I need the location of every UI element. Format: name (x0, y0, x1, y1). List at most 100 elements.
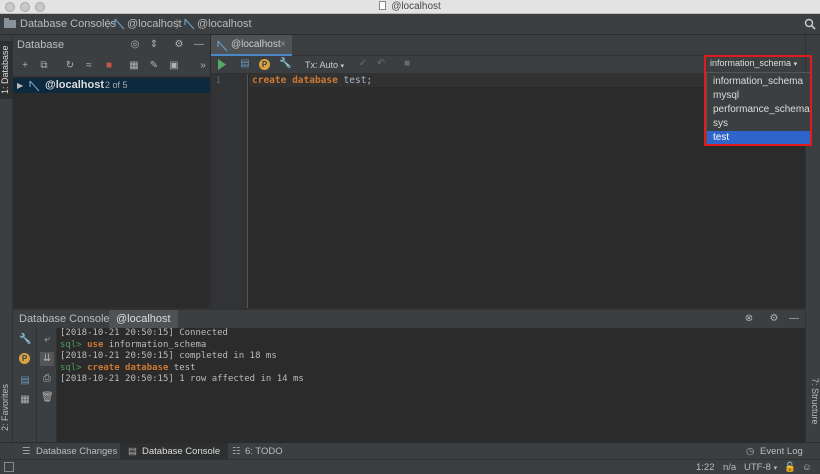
commit-icon[interactable]: ✓ (357, 58, 369, 70)
tree-node-localhost[interactable]: ▶ @localhost 2 of 5 (13, 78, 210, 93)
tool-tab-favorites[interactable]: 2: Favorites (0, 377, 13, 437)
collapse-icon[interactable]: ⇕ (148, 39, 160, 51)
chevron-down-icon: ▾ (793, 61, 798, 68)
status-bar: 1:22 n/a UTF-8 ▾ 🔓 ☺ (0, 459, 820, 474)
tab-database-changes[interactable]: ☰ Database Changes (22, 443, 117, 460)
expand-arrow-icon[interactable]: ▶ (17, 78, 23, 93)
breadcrumb-separator-icon (106, 19, 112, 29)
toggle-tool-windows-icon[interactable] (4, 462, 14, 472)
chevron-down-icon: ▾ (340, 63, 345, 70)
inspector-icon[interactable]: ☺ (802, 460, 812, 474)
folder-icon (4, 14, 16, 35)
line-separator[interactable]: n/a (723, 460, 736, 474)
minimize-panel-icon[interactable]: — (193, 39, 205, 51)
console-line: [2018-10-21 20:50:15] completed in 18 ms (60, 351, 277, 361)
refresh-icon[interactable]: ↻ (64, 60, 76, 72)
minimize-panel-icon[interactable]: — (788, 313, 800, 325)
console-header: Database Console: @localhost ⊗ ⚙ — (13, 310, 805, 328)
console-toolbar-left: 🔧 P ▤ ▦ (13, 328, 37, 442)
chevron-down-icon: ▾ (773, 465, 778, 472)
parameter-icon[interactable]: P (19, 353, 30, 364)
table-icon[interactable]: ▦ (128, 60, 140, 72)
breadcrumb-item-localhost-1[interactable]: @localhost (127, 14, 182, 35)
breadcrumb-separator-icon (175, 19, 181, 29)
soft-wrap-icon[interactable]: ⤶ (41, 334, 53, 346)
target-icon[interactable]: ◎ (129, 39, 141, 51)
rollback-icon[interactable]: ↶ (375, 58, 387, 70)
edit-icon[interactable]: ✎ (148, 60, 160, 72)
trash-icon[interactable]: 🗑 (41, 392, 54, 404)
window-titlebar: @localhost (0, 0, 820, 14)
settings-circle-icon[interactable]: ⊗ (743, 313, 755, 325)
copy-icon[interactable]: ⧉ (38, 60, 50, 72)
tab-todo[interactable]: ☷ 6: TODO (232, 443, 283, 460)
editor-tab-bar: @localhost × (211, 35, 805, 56)
tab-console-session[interactable]: @localhost (109, 310, 178, 328)
parameter-icon[interactable]: P (259, 59, 270, 70)
explain-plan-icon[interactable]: ▤ (19, 375, 31, 387)
tree-node-label: @localhost (45, 79, 105, 91)
cancel-query-icon[interactable]: ■ (401, 58, 413, 70)
schema-dropdown: information_schema mysql performance_sch… (706, 72, 812, 146)
left-tool-stripe: 1: Database 2: Favorites (0, 35, 13, 442)
breadcrumb-item-consoles[interactable]: Database Consoles (20, 14, 116, 35)
editor-tab-label: @localhost (231, 39, 281, 50)
scroll-to-end-icon[interactable]: ⇊ (40, 352, 54, 366)
schema-option-sys[interactable]: sys (707, 117, 811, 131)
bottom-tool-tabs: ☰ Database Changes ▤ Database Console ☷ 6: … (0, 442, 820, 460)
console-line: sql> create database test (60, 362, 196, 373)
gear-icon[interactable]: ⚙ (768, 313, 780, 325)
search-icon[interactable] (804, 18, 816, 30)
console-icon (184, 18, 195, 30)
wrench-icon[interactable]: 🔧 (19, 334, 31, 346)
database-toolbar: + ⧉ ↻ ≈ ■ ▦ ✎ ▣ » (13, 56, 210, 77)
wrench-icon[interactable]: 🔧 (279, 58, 291, 70)
console-toolbar-right: ⤶ ⇊ ⎙ 🗑 (37, 328, 57, 442)
print-icon[interactable]: ⎙ (41, 373, 53, 385)
more-icon[interactable]: » (197, 60, 209, 72)
sync-icon[interactable]: ≈ (83, 60, 95, 72)
todo-icon: ☷ (232, 446, 241, 457)
schema-option-information-schema[interactable]: information_schema (707, 75, 811, 89)
tool-tab-structure[interactable]: 7: Structure (807, 378, 820, 438)
add-icon[interactable]: + (19, 60, 31, 72)
console-title: Database Console: (19, 313, 113, 325)
console-output[interactable]: [2018-10-21 20:50:15] Connected sql> use… (58, 328, 805, 442)
close-tab-icon[interactable]: × (280, 35, 286, 55)
tab-localhost-console[interactable]: @localhost × (211, 35, 292, 56)
stop-icon[interactable]: ■ (103, 60, 115, 72)
changes-icon: ☰ (22, 446, 31, 457)
console-line: [2018-10-21 20:50:15] 1 row affected in … (60, 374, 304, 384)
schema-option-test[interactable]: test (707, 131, 811, 145)
layout-icon[interactable]: ▦ (19, 394, 31, 406)
caret-position[interactable]: 1:22 (696, 460, 715, 474)
line-number: 1 (215, 76, 221, 86)
console-icon (114, 18, 125, 30)
schema-option-mysql[interactable]: mysql (707, 89, 811, 103)
editor-gutter: 1 (211, 74, 248, 308)
breadcrumb: Database Consoles @localhost @localhost (0, 14, 820, 35)
event-log-icon: ◷ (746, 446, 755, 457)
breadcrumb-item-localhost-2[interactable]: @localhost (197, 14, 252, 35)
window-title: @localhost (0, 0, 820, 14)
lock-icon[interactable]: 🔓 (784, 460, 796, 474)
tool-tab-database[interactable]: 1: Database (0, 41, 13, 99)
document-icon (379, 1, 387, 10)
tab-database-console[interactable]: ▤ Database Console (120, 443, 229, 460)
schema-option-performance-schema[interactable]: performance_schema (707, 103, 811, 117)
gear-icon[interactable]: ⚙ (173, 39, 185, 51)
console-button-icon[interactable]: ▣ (168, 60, 180, 72)
file-encoding[interactable]: UTF-8 ▾ (744, 460, 777, 474)
console-tab-icon: ▤ (128, 446, 137, 457)
event-log-button[interactable]: ◷ Event Log (746, 443, 803, 460)
run-icon[interactable] (217, 59, 227, 70)
database-panel-header: Database ◎ ⇕ ⚙ — (13, 35, 210, 56)
schema-selector[interactable]: information_schema ▾ (710, 58, 797, 68)
console-line: [2018-10-21 20:50:15] Connected (60, 328, 228, 338)
database-panel: Database ◎ ⇕ ⚙ — + ⧉ ↻ ≈ ■ ▦ ✎ ▣ » ▶ @lo… (13, 35, 210, 308)
explain-plan-icon[interactable]: ▤ (239, 58, 251, 70)
database-panel-title: Database (17, 39, 65, 51)
console-icon (217, 40, 228, 52)
tree-node-count: 2 of 5 (105, 80, 128, 90)
transaction-mode-select[interactable]: Tx: Auto ▾ (305, 56, 344, 76)
